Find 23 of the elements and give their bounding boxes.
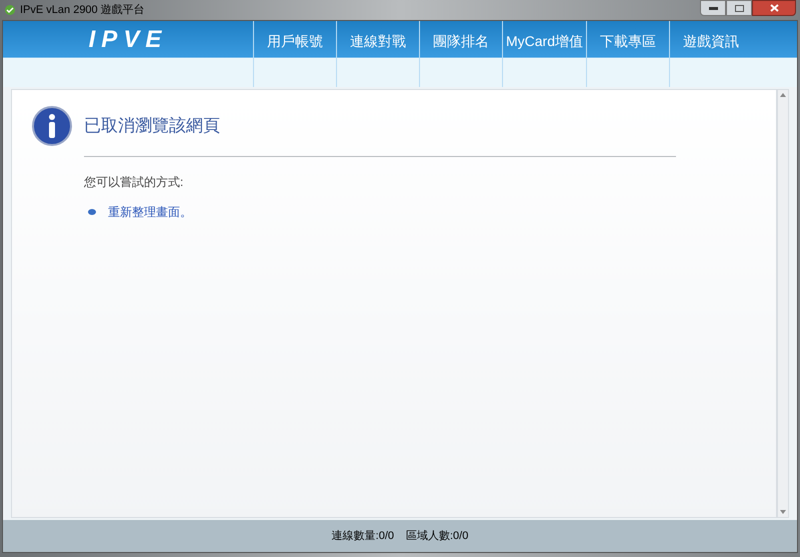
refresh-link[interactable]: 重新整理畫面。 (108, 203, 192, 221)
minimize-button[interactable] (700, 0, 726, 16)
close-button[interactable] (752, 0, 796, 16)
maximize-button[interactable] (726, 0, 752, 16)
nav-tab[interactable]: 下載專區 (586, 21, 670, 87)
scroll-up-icon (780, 93, 786, 97)
bullet-icon (88, 209, 96, 215)
close-icon (770, 4, 778, 12)
status-text: 區域人數:0/0 (406, 528, 468, 544)
status-text: 連線數量:0/0 (332, 528, 394, 544)
logo: IPVE (88, 25, 168, 55)
nav-tab[interactable]: 用戶帳號 (253, 21, 336, 87)
suggestion-label: 您可以嘗試的方式: (84, 174, 184, 191)
nav-tab[interactable]: 團隊排名 (419, 21, 502, 87)
nav-tab[interactable]: MyCard增值 (502, 21, 586, 87)
scrollbar[interactable] (777, 89, 789, 518)
app-icon (4, 4, 16, 16)
nav-tab[interactable]: 連線對戰 (336, 21, 419, 87)
scroll-down-icon (780, 510, 786, 514)
nav-tab[interactable]: 遊戲資訊 (669, 21, 752, 87)
info-icon (32, 106, 72, 146)
page-heading: 已取消瀏覽該網頁 (84, 115, 220, 138)
window-title: IPvE vLan 2900 遊戲平台 (20, 2, 145, 18)
